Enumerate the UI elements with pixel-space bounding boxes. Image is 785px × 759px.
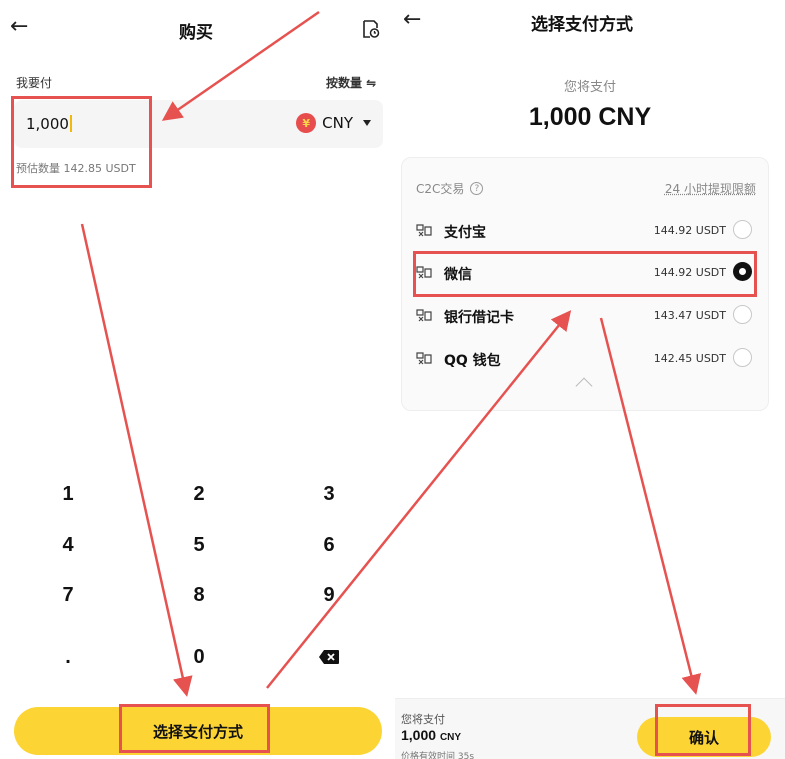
method-quantity: 142.45 USDT xyxy=(653,352,726,365)
annotation-box-amount xyxy=(11,96,152,188)
method-name: 支付宝 xyxy=(444,225,486,241)
key-3[interactable]: 3 xyxy=(299,476,359,512)
method-radio[interactable] xyxy=(733,348,752,367)
help-icon[interactable]: ? xyxy=(470,182,484,195)
annotation-box-wechat xyxy=(413,251,757,297)
method-radio[interactable] xyxy=(733,220,752,239)
withdraw-limit-link[interactable]: 24 小时提现限额 xyxy=(665,180,756,197)
pay-amount: 1,000 CNY xyxy=(528,103,652,131)
key-6[interactable]: 6 xyxy=(299,527,359,563)
key-1[interactable]: 1 xyxy=(38,476,98,512)
key-8[interactable]: 8 xyxy=(169,577,229,613)
page-title: 购买 xyxy=(179,23,213,43)
annotation-box-cta xyxy=(119,704,270,753)
key-5[interactable]: 5 xyxy=(169,527,229,563)
chevron-up-icon[interactable] xyxy=(575,377,593,395)
yuan-coin-icon: ¥ xyxy=(296,113,317,133)
section-label: C2C交易 xyxy=(416,182,465,196)
method-quantity: 144.92 USDT xyxy=(653,224,726,237)
payment-method-icon xyxy=(416,224,432,237)
currency-code: CNY xyxy=(322,114,353,132)
method-name: QQ 钱包 xyxy=(444,353,501,369)
back-arrow-icon[interactable]: ← xyxy=(10,16,28,38)
backspace-key[interactable] xyxy=(299,639,359,675)
price-valid-timer: 价格有效时间 35s xyxy=(401,752,475,759)
pay-label: 我要付 xyxy=(16,76,53,90)
payment-method-screen: ← 选择支付方式 您将支付 1,000 CNY C2C交易 ? 24 小时提现限… xyxy=(395,0,785,759)
method-row-qq-wallet[interactable]: QQ 钱包 142.45 USDT xyxy=(402,339,770,379)
method-radio[interactable] xyxy=(733,305,752,324)
annotation-box-confirm xyxy=(655,704,751,756)
footer-pay-label: 您将支付 xyxy=(401,713,445,726)
method-row-debit-card[interactable]: 银行借记卡 143.47 USDT xyxy=(402,296,770,336)
key-2[interactable]: 2 xyxy=(169,476,229,512)
key-7[interactable]: 7 xyxy=(38,577,98,613)
order-history-icon[interactable] xyxy=(362,19,380,39)
method-quantity: 143.47 USDT xyxy=(653,309,726,322)
currency-selector[interactable]: ¥ CNY xyxy=(296,113,371,133)
key-4[interactable]: 4 xyxy=(38,527,98,563)
method-name: 银行借记卡 xyxy=(444,310,514,326)
backspace-icon xyxy=(319,650,339,664)
key-0[interactable]: 0 xyxy=(169,639,229,675)
payment-method-icon xyxy=(416,309,432,322)
footer-amount: 1,000 CNY xyxy=(401,727,462,743)
key-9[interactable]: 9 xyxy=(299,577,359,613)
page-title: 选择支付方式 xyxy=(531,15,633,35)
dropdown-caret-icon xyxy=(363,120,371,126)
method-row-alipay[interactable]: 支付宝 144.92 USDT xyxy=(402,211,770,251)
key-decimal[interactable]: . xyxy=(38,639,98,675)
back-arrow-icon[interactable]: ← xyxy=(403,9,421,31)
section-header: C2C交易 ? xyxy=(416,180,484,197)
by-quantity-toggle[interactable]: 按数量 ⇋ xyxy=(326,74,376,91)
you-will-pay-label: 您将支付 xyxy=(563,80,616,95)
payment-method-icon xyxy=(416,352,432,365)
